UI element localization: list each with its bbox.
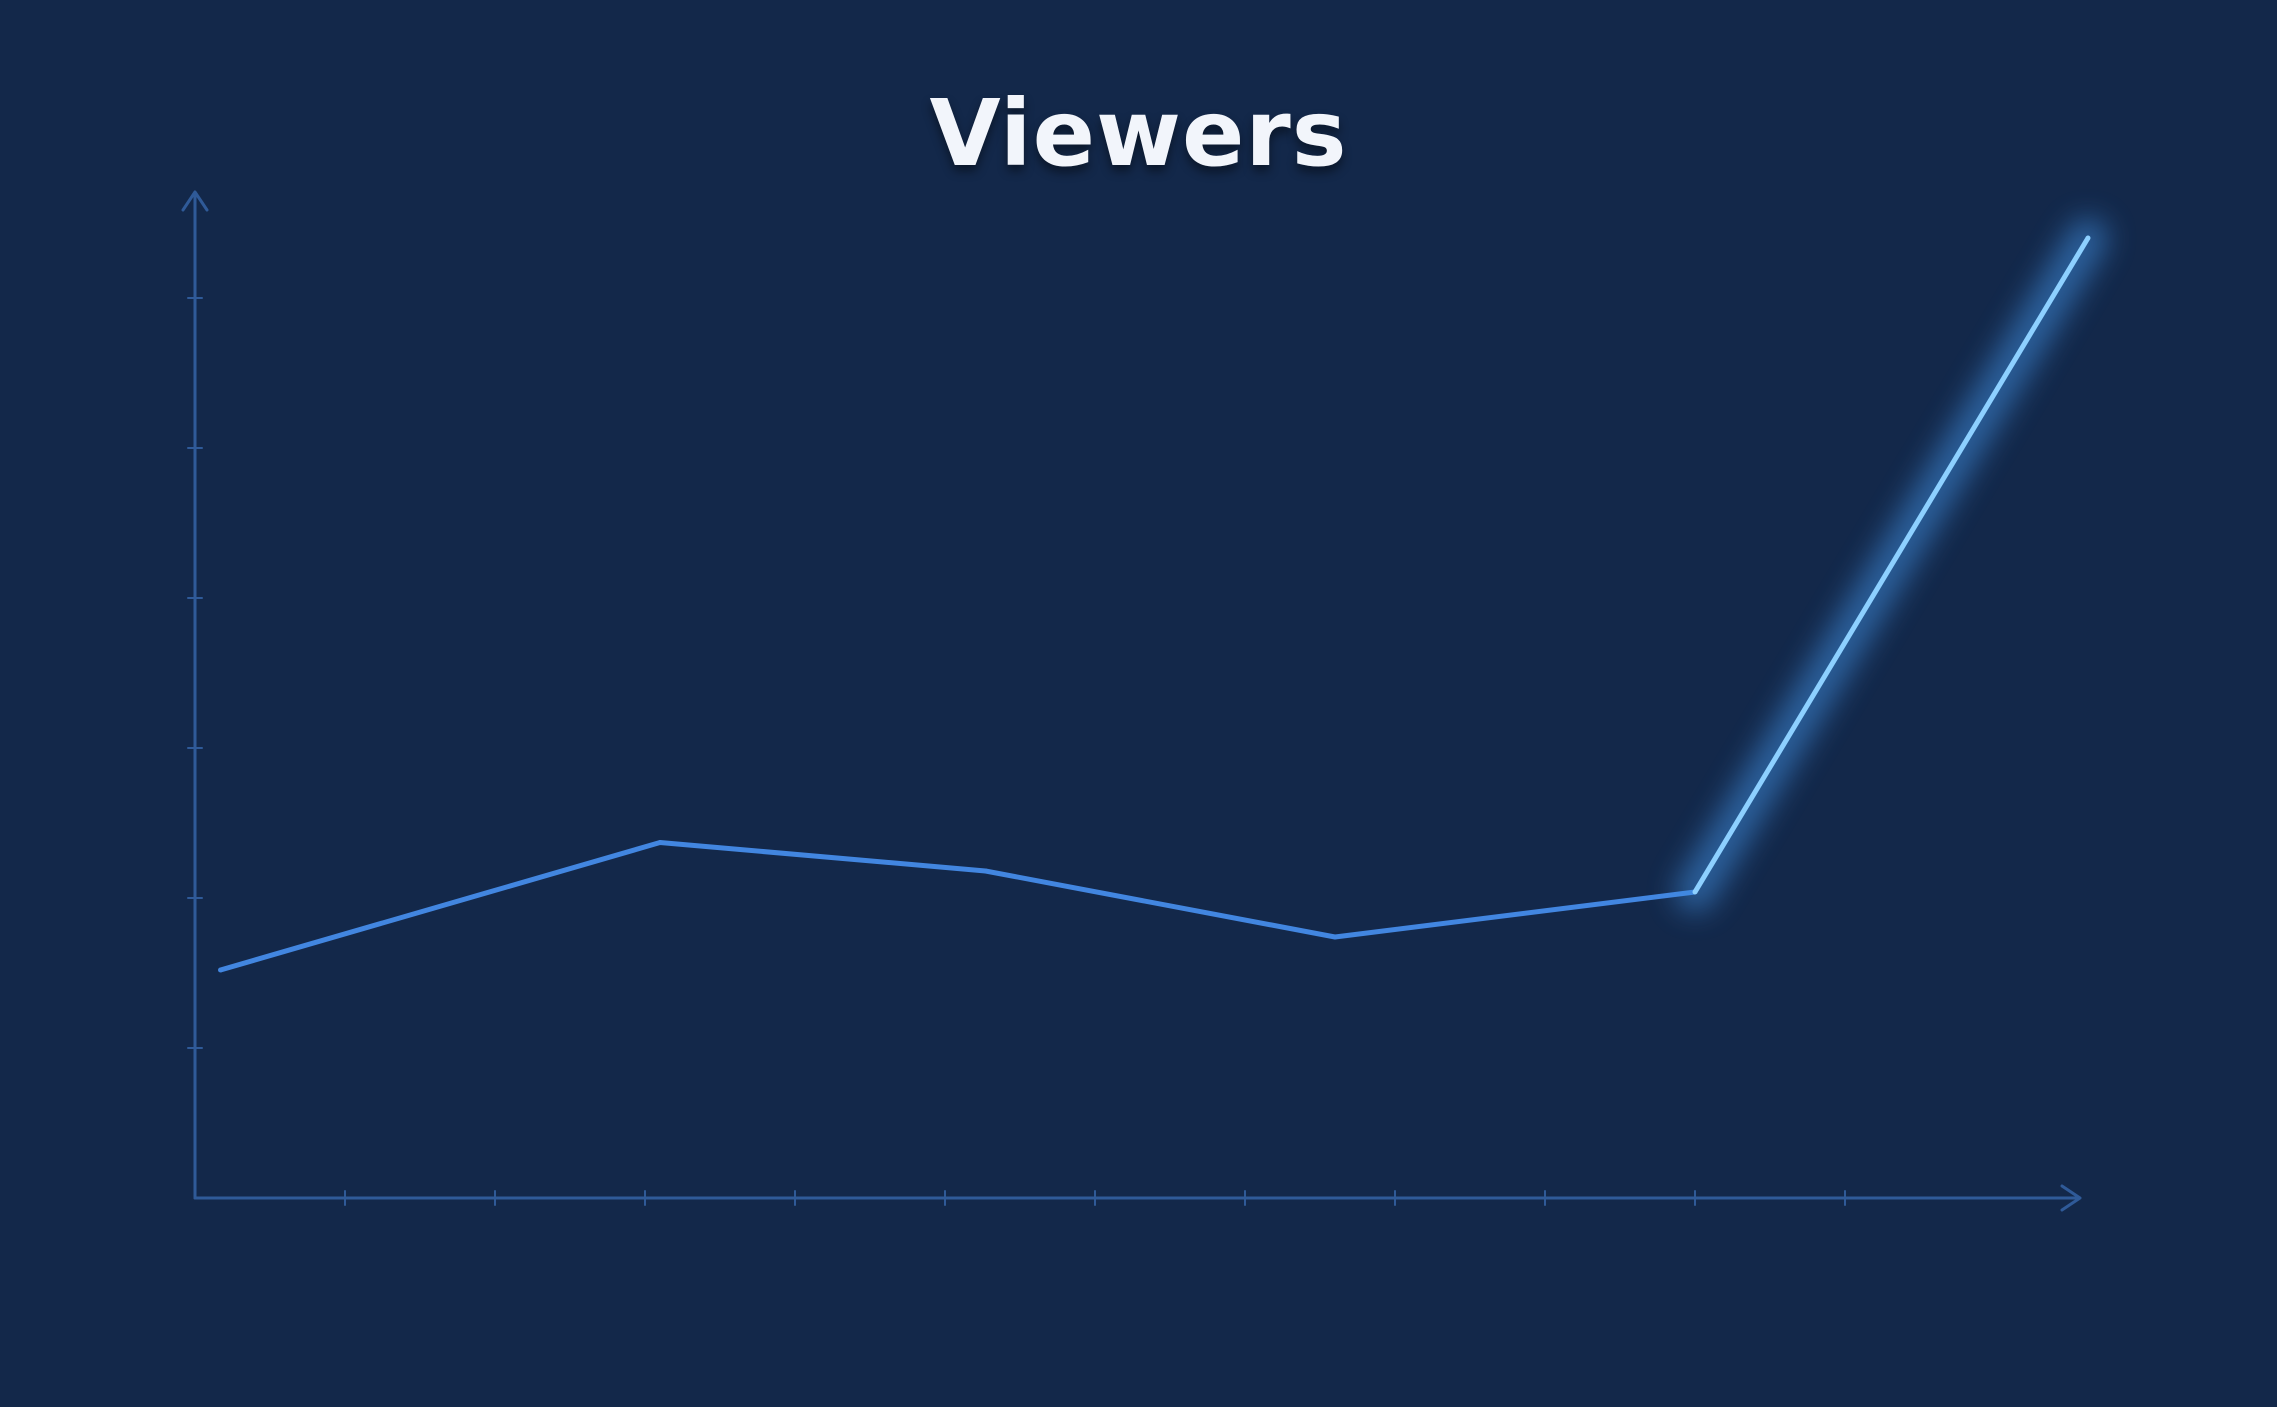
data-point bbox=[657, 840, 663, 845]
data-point bbox=[1692, 889, 1698, 895]
data-point bbox=[2085, 235, 2091, 241]
data-point bbox=[1332, 934, 1338, 940]
data-point bbox=[983, 868, 988, 874]
x-axis bbox=[193, 1184, 2082, 1212]
highlight-segment bbox=[1692, 236, 2091, 894]
chart-canvas: Viewers bbox=[0, 0, 2277, 1407]
y-axis bbox=[181, 190, 209, 1200]
series-line bbox=[219, 840, 1696, 973]
data-series bbox=[218, 218, 2108, 973]
data-point bbox=[218, 967, 223, 973]
line-chart bbox=[181, 190, 2108, 1212]
